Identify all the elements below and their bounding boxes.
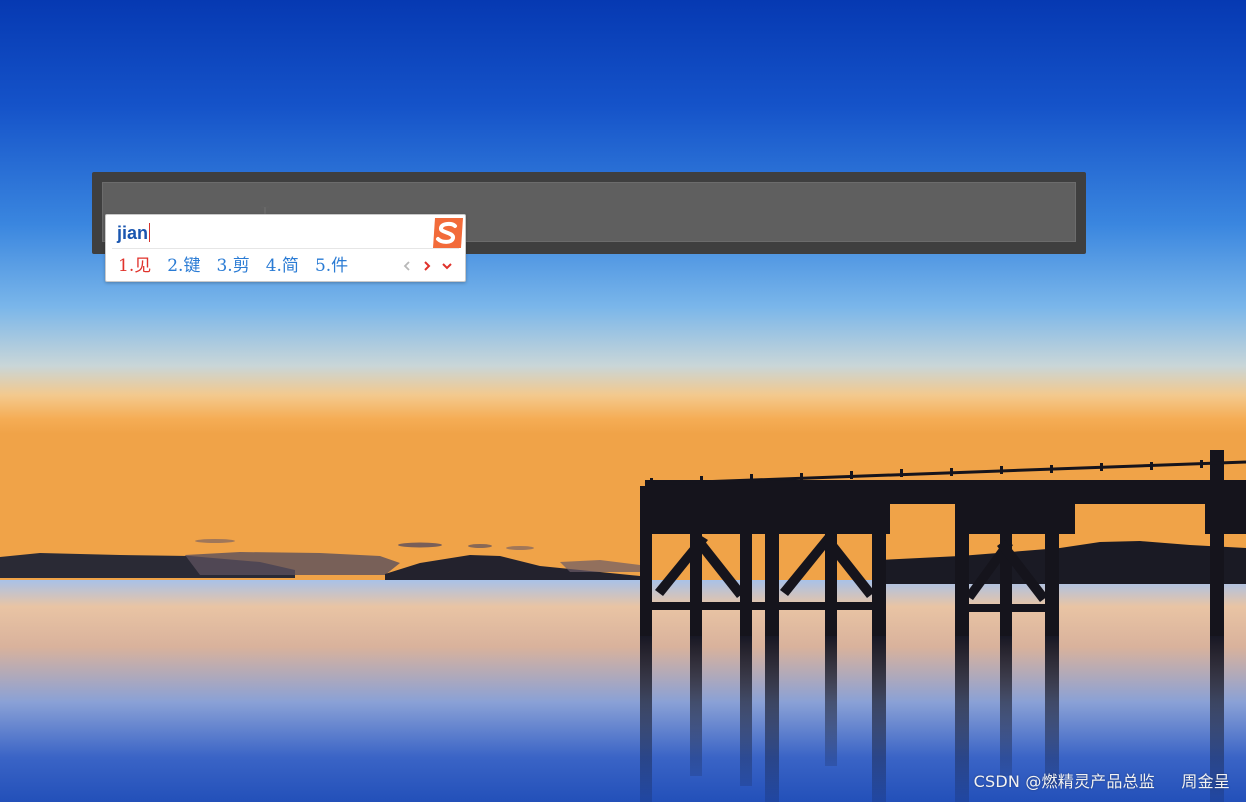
ime-composition-text: jian xyxy=(117,223,149,243)
ime-candidate-5[interactable]: 5.件 xyxy=(315,253,348,279)
ime-candidate-window: jian 1.见 2.键 3.剪 4.简 5.件 xyxy=(105,214,466,282)
ime-candidate-4[interactable]: 4.简 xyxy=(266,253,299,279)
desktop-wallpaper xyxy=(0,0,1246,802)
ime-divider xyxy=(112,248,459,249)
chevron-right-icon[interactable] xyxy=(417,255,437,277)
ime-candidate-list: 1.见 2.键 3.剪 4.简 5.件 xyxy=(118,253,364,279)
ime-candidate-2[interactable]: 2.键 xyxy=(167,253,200,279)
watermark-text: CSDN @燃精灵产品总监 周金呈 xyxy=(973,772,1230,791)
ime-candidate-3[interactable]: 3.剪 xyxy=(216,253,249,279)
ime-caret xyxy=(149,223,151,242)
ime-candidate-1[interactable]: 1.见 xyxy=(118,253,151,279)
chevron-left-icon[interactable] xyxy=(397,255,417,277)
chevron-down-icon[interactable] xyxy=(437,255,457,277)
ime-composition-row: jian xyxy=(117,221,151,245)
ime-page-controls xyxy=(397,255,457,277)
